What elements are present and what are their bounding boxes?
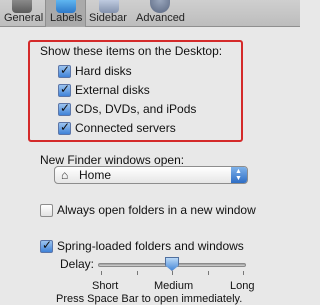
slider-tick [208,271,209,275]
tab-labels-label: Labels [50,12,83,24]
checkmark-icon: ✓ [60,82,71,96]
delay-short-label: Short [92,280,119,292]
tab-advanced-label: Advanced [136,12,185,24]
connected-servers-checkbox[interactable]: ✓ [58,120,71,135]
checkmark-icon: ✓ [60,101,71,115]
press-space-bar-text: Press Space Bar to open immediately. [56,293,243,305]
hard-disks-label: Hard disks [75,64,132,78]
checkmark-icon: ✓ [60,120,71,134]
checkmark-icon: ✓ [60,63,71,77]
slider-tick [137,271,138,275]
cds-dvds-ipods-checkbox[interactable]: ✓ [58,101,71,116]
always-open-new-window-checkbox[interactable] [40,204,53,217]
slider-tick [172,271,173,275]
tab-sidebar-label: Sidebar [89,12,127,24]
tab-advanced[interactable]: Advanced [132,0,190,27]
checkmark-icon: ✓ [42,238,53,252]
cds-dvds-ipods-label: CDs, DVDs, and iPods [75,102,197,116]
slider-tick [101,271,102,275]
delay-long-label: Long [230,280,255,292]
hard-disks-checkbox[interactable]: ✓ [58,63,71,78]
always-open-new-window-label: Always open folders in a new window [57,203,256,217]
preferences-toolbar: General Labels Sidebar Advanced [0,0,300,27]
tab-general[interactable]: General [0,0,44,27]
desktop-items-title: Show these items on the Desktop: [40,44,223,58]
external-disks-checkbox[interactable]: ✓ [58,82,71,97]
external-disks-label: External disks [75,83,150,97]
connected-servers-label: Connected servers [75,121,176,135]
popup-stepper-icon: ▲ ▼ [231,167,247,183]
delay-medium-label: Medium [154,280,194,292]
home-icon: ⌂ [61,168,69,182]
tab-general-label: General [4,12,44,24]
new-window-popup[interactable]: ⌂ Home ▲ ▼ [54,166,248,184]
new-window-label: New Finder windows open: [40,153,185,167]
spring-loaded-label: Spring-loaded folders and windows [57,239,244,253]
tab-labels[interactable]: Labels [45,0,86,27]
slider-tick [243,271,244,275]
tab-sidebar[interactable]: Sidebar [87,0,131,27]
new-window-value: Home [79,168,112,182]
delay-label: Delay: [60,257,95,271]
spring-loaded-checkbox[interactable]: ✓ [40,238,53,253]
delay-slider-thumb[interactable] [165,257,179,271]
